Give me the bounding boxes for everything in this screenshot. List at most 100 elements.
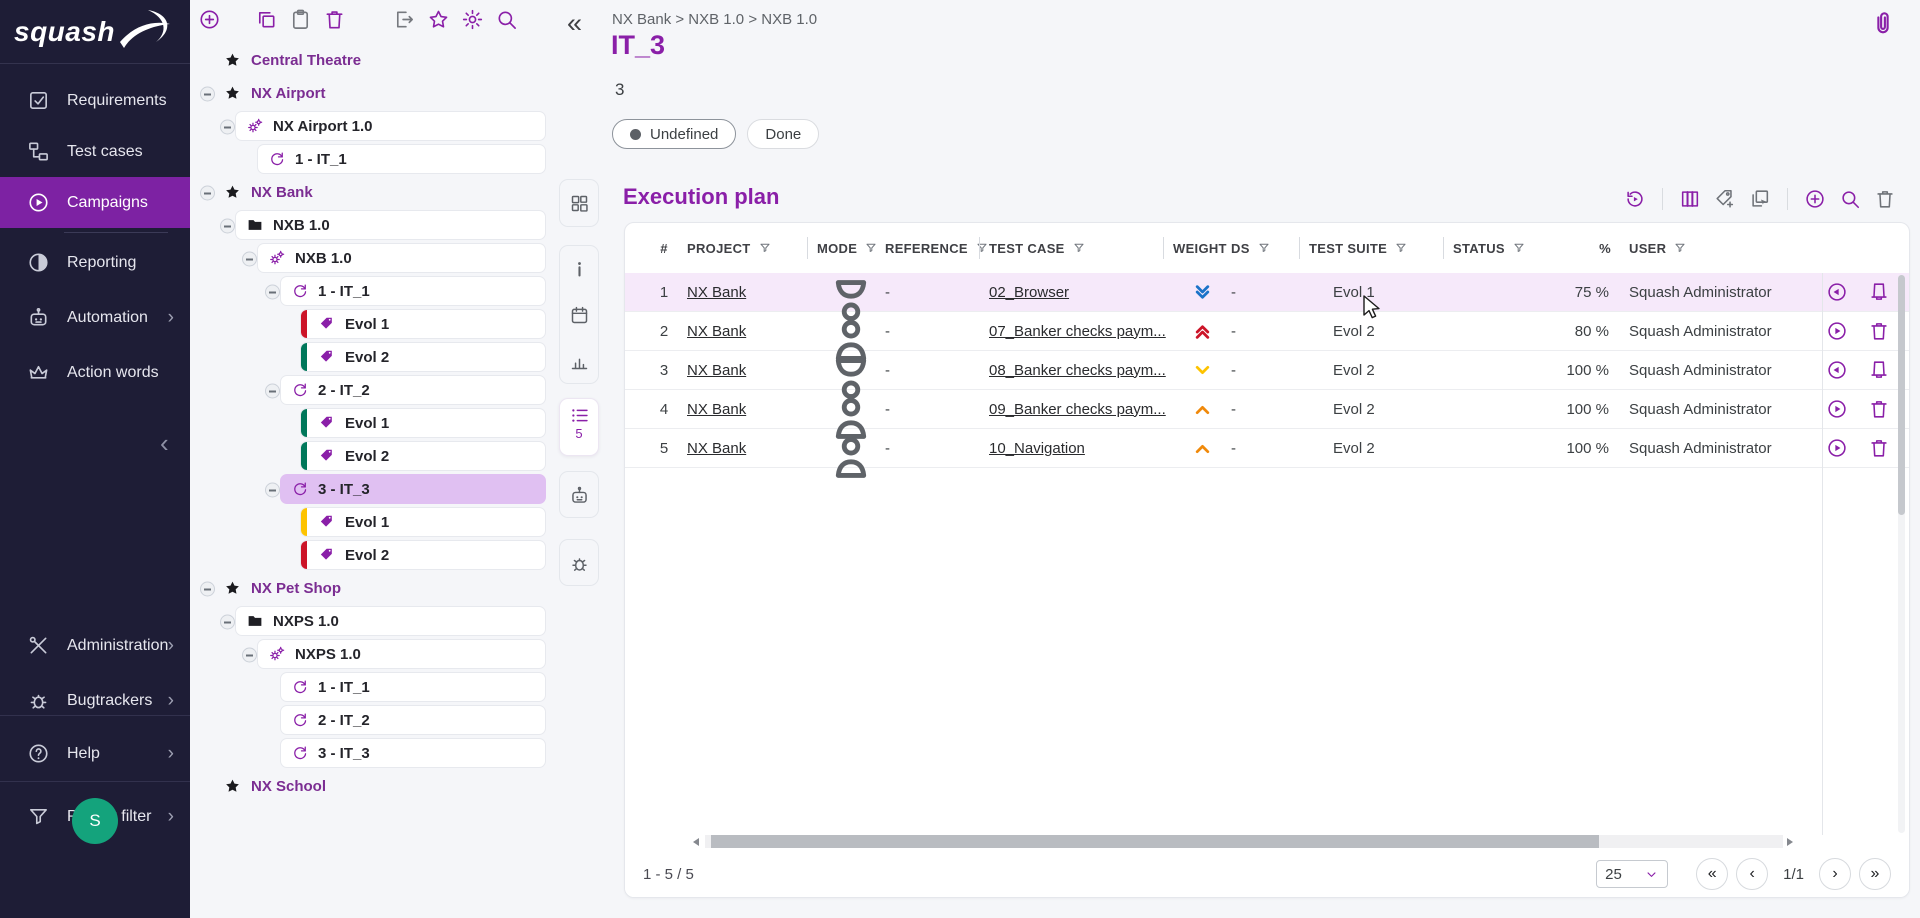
done-pill[interactable]: Done (747, 119, 819, 149)
collapse-toggle[interactable] (220, 119, 235, 134)
project-link[interactable]: NX Bank (687, 401, 746, 418)
tree-node[interactable]: NX Pet Shop (224, 573, 546, 603)
tree-toolbar-button[interactable] (427, 8, 450, 31)
collapse-toggle[interactable] (200, 581, 215, 596)
tree-node[interactable]: Evol 2 (300, 441, 546, 471)
tree-node[interactable]: Evol 1 (300, 309, 546, 339)
tree-node[interactable]: NXPS 1.0 (257, 639, 546, 669)
strip-item[interactable] (560, 246, 598, 292)
tree-node[interactable]: Evol 1 (300, 507, 546, 537)
filter-icon[interactable] (1257, 241, 1271, 255)
pager-button[interactable]: ‹ (1736, 858, 1768, 890)
pager-button[interactable]: » (1859, 858, 1891, 890)
tree-node[interactable]: Evol 2 (300, 540, 546, 570)
horizontal-scrollbar-track[interactable] (705, 835, 1783, 848)
assigned-user[interactable]: Squash Administrator (1629, 440, 1806, 457)
strip-item[interactable] (560, 292, 598, 338)
strip-item[interactable] (560, 540, 598, 586)
strip-item[interactable] (560, 472, 598, 518)
strip-item[interactable]: 5 (560, 399, 598, 445)
column-header[interactable]: # (641, 236, 687, 260)
collapse-panel-icon[interactable]: « (567, 8, 582, 39)
test-case-link[interactable]: 02_Browser (989, 284, 1069, 301)
tree-node[interactable]: 1 - IT_1 (280, 276, 546, 306)
collapse-toggle[interactable] (200, 86, 215, 101)
column-header[interactable]: PROJECT (687, 236, 817, 260)
iteration-status-pill[interactable]: Undefined (612, 119, 736, 149)
project-link[interactable]: NX Bank (687, 284, 746, 301)
collapse-toggle[interactable] (200, 185, 215, 200)
tree-node[interactable]: NXPS 1.0 (235, 606, 546, 636)
tree-toolbar-button[interactable] (198, 8, 221, 31)
test-suite-value[interactable]: Evol 2 (1309, 401, 1453, 418)
column-header[interactable]: USER (1629, 236, 1806, 260)
scroll-right-icon[interactable] (1787, 838, 1793, 846)
tree-toolbar-button[interactable] (495, 8, 518, 31)
project-link[interactable]: NX Bank (687, 323, 746, 340)
tree-node[interactable]: NXB 1.0 (257, 243, 546, 273)
run-icon[interactable] (1826, 398, 1848, 420)
collapse-toggle[interactable] (242, 647, 257, 662)
sidebar-item[interactable]: Campaigns (0, 177, 190, 228)
assigned-user[interactable]: Squash Administrator (1629, 284, 1806, 301)
tree-toolbar-button[interactable] (461, 8, 484, 31)
tree-node[interactable]: Central Theatre (224, 45, 546, 75)
assigned-user[interactable]: Squash Administrator (1629, 362, 1806, 379)
plan-toolbar-button[interactable] (1679, 188, 1701, 210)
user-avatar[interactable]: S (72, 798, 118, 844)
run-icon[interactable] (1826, 359, 1848, 381)
collapse-toggle[interactable] (265, 284, 280, 299)
column-header[interactable]: REFERENCE (885, 236, 989, 260)
plan-toolbar-button[interactable] (1839, 188, 1861, 210)
tree-node[interactable]: NX School (224, 771, 546, 801)
tree-toolbar-button[interactable] (289, 8, 312, 31)
tree-node[interactable]: Evol 1 (300, 408, 546, 438)
pager-button[interactable]: « (1696, 858, 1728, 890)
attachments-icon[interactable] (1868, 6, 1898, 40)
delete-icon[interactable] (1868, 437, 1890, 459)
collapse-toggle[interactable] (220, 614, 235, 629)
test-case-link[interactable]: 10_Navigation (989, 440, 1085, 457)
tree-node[interactable]: 1 - IT_1 (280, 672, 546, 702)
test-case-link[interactable]: 09_Banker checks paym... (989, 401, 1166, 418)
run-icon[interactable] (1826, 281, 1848, 303)
delete-icon[interactable] (1868, 359, 1890, 381)
assigned-user[interactable]: Squash Administrator (1629, 401, 1806, 418)
sidebar-item[interactable]: Test cases (0, 126, 190, 177)
strip-item[interactable] (560, 180, 598, 226)
filter-icon[interactable] (975, 241, 989, 255)
strip-item[interactable] (560, 338, 598, 384)
test-case-link[interactable]: 08_Banker checks paym... (989, 362, 1166, 379)
sidebar-item[interactable]: Automation › (0, 292, 190, 343)
plan-toolbar-button[interactable] (1662, 188, 1663, 210)
collapse-toggle[interactable] (220, 218, 235, 233)
sidebar-collapse-icon[interactable]: ‹ (160, 428, 169, 459)
tree-node[interactable]: Evol 2 (300, 342, 546, 372)
page-size-select[interactable]: 25 (1596, 860, 1668, 888)
plan-toolbar-button[interactable] (1804, 188, 1826, 210)
column-header[interactable]: DS (1231, 236, 1309, 260)
tree-node[interactable]: NX Airport (224, 78, 546, 108)
project-link[interactable]: NX Bank (687, 440, 746, 457)
tree-toolbar-button[interactable] (323, 8, 346, 31)
pager-button[interactable]: › (1819, 858, 1851, 890)
column-header[interactable]: % (1545, 236, 1629, 260)
tree-node[interactable]: NX Bank (224, 177, 546, 207)
tree-node[interactable]: 2 - IT_2 (280, 705, 546, 735)
run-icon[interactable] (1826, 320, 1848, 342)
tree-node[interactable]: 3 - IT_3 (280, 474, 546, 504)
sidebar-item[interactable]: Help › (0, 728, 190, 779)
sidebar-item[interactable]: Reporting (0, 237, 190, 288)
tree-node[interactable]: 1 - IT_1 (257, 144, 546, 174)
horizontal-scrollbar-thumb[interactable] (711, 835, 1599, 848)
filter-icon[interactable] (1673, 241, 1687, 255)
tree-node[interactable]: NXB 1.0 (235, 210, 546, 240)
plan-toolbar-button[interactable] (1874, 188, 1896, 210)
plan-toolbar-button[interactable] (1714, 188, 1736, 210)
sidebar-item[interactable]: Bugtrackers › (0, 675, 190, 726)
filter-icon[interactable] (1072, 241, 1086, 255)
collapse-toggle[interactable] (242, 251, 257, 266)
filter-icon[interactable] (1512, 241, 1526, 255)
sidebar-item[interactable]: Action words (0, 347, 190, 398)
run-icon[interactable] (1826, 437, 1848, 459)
